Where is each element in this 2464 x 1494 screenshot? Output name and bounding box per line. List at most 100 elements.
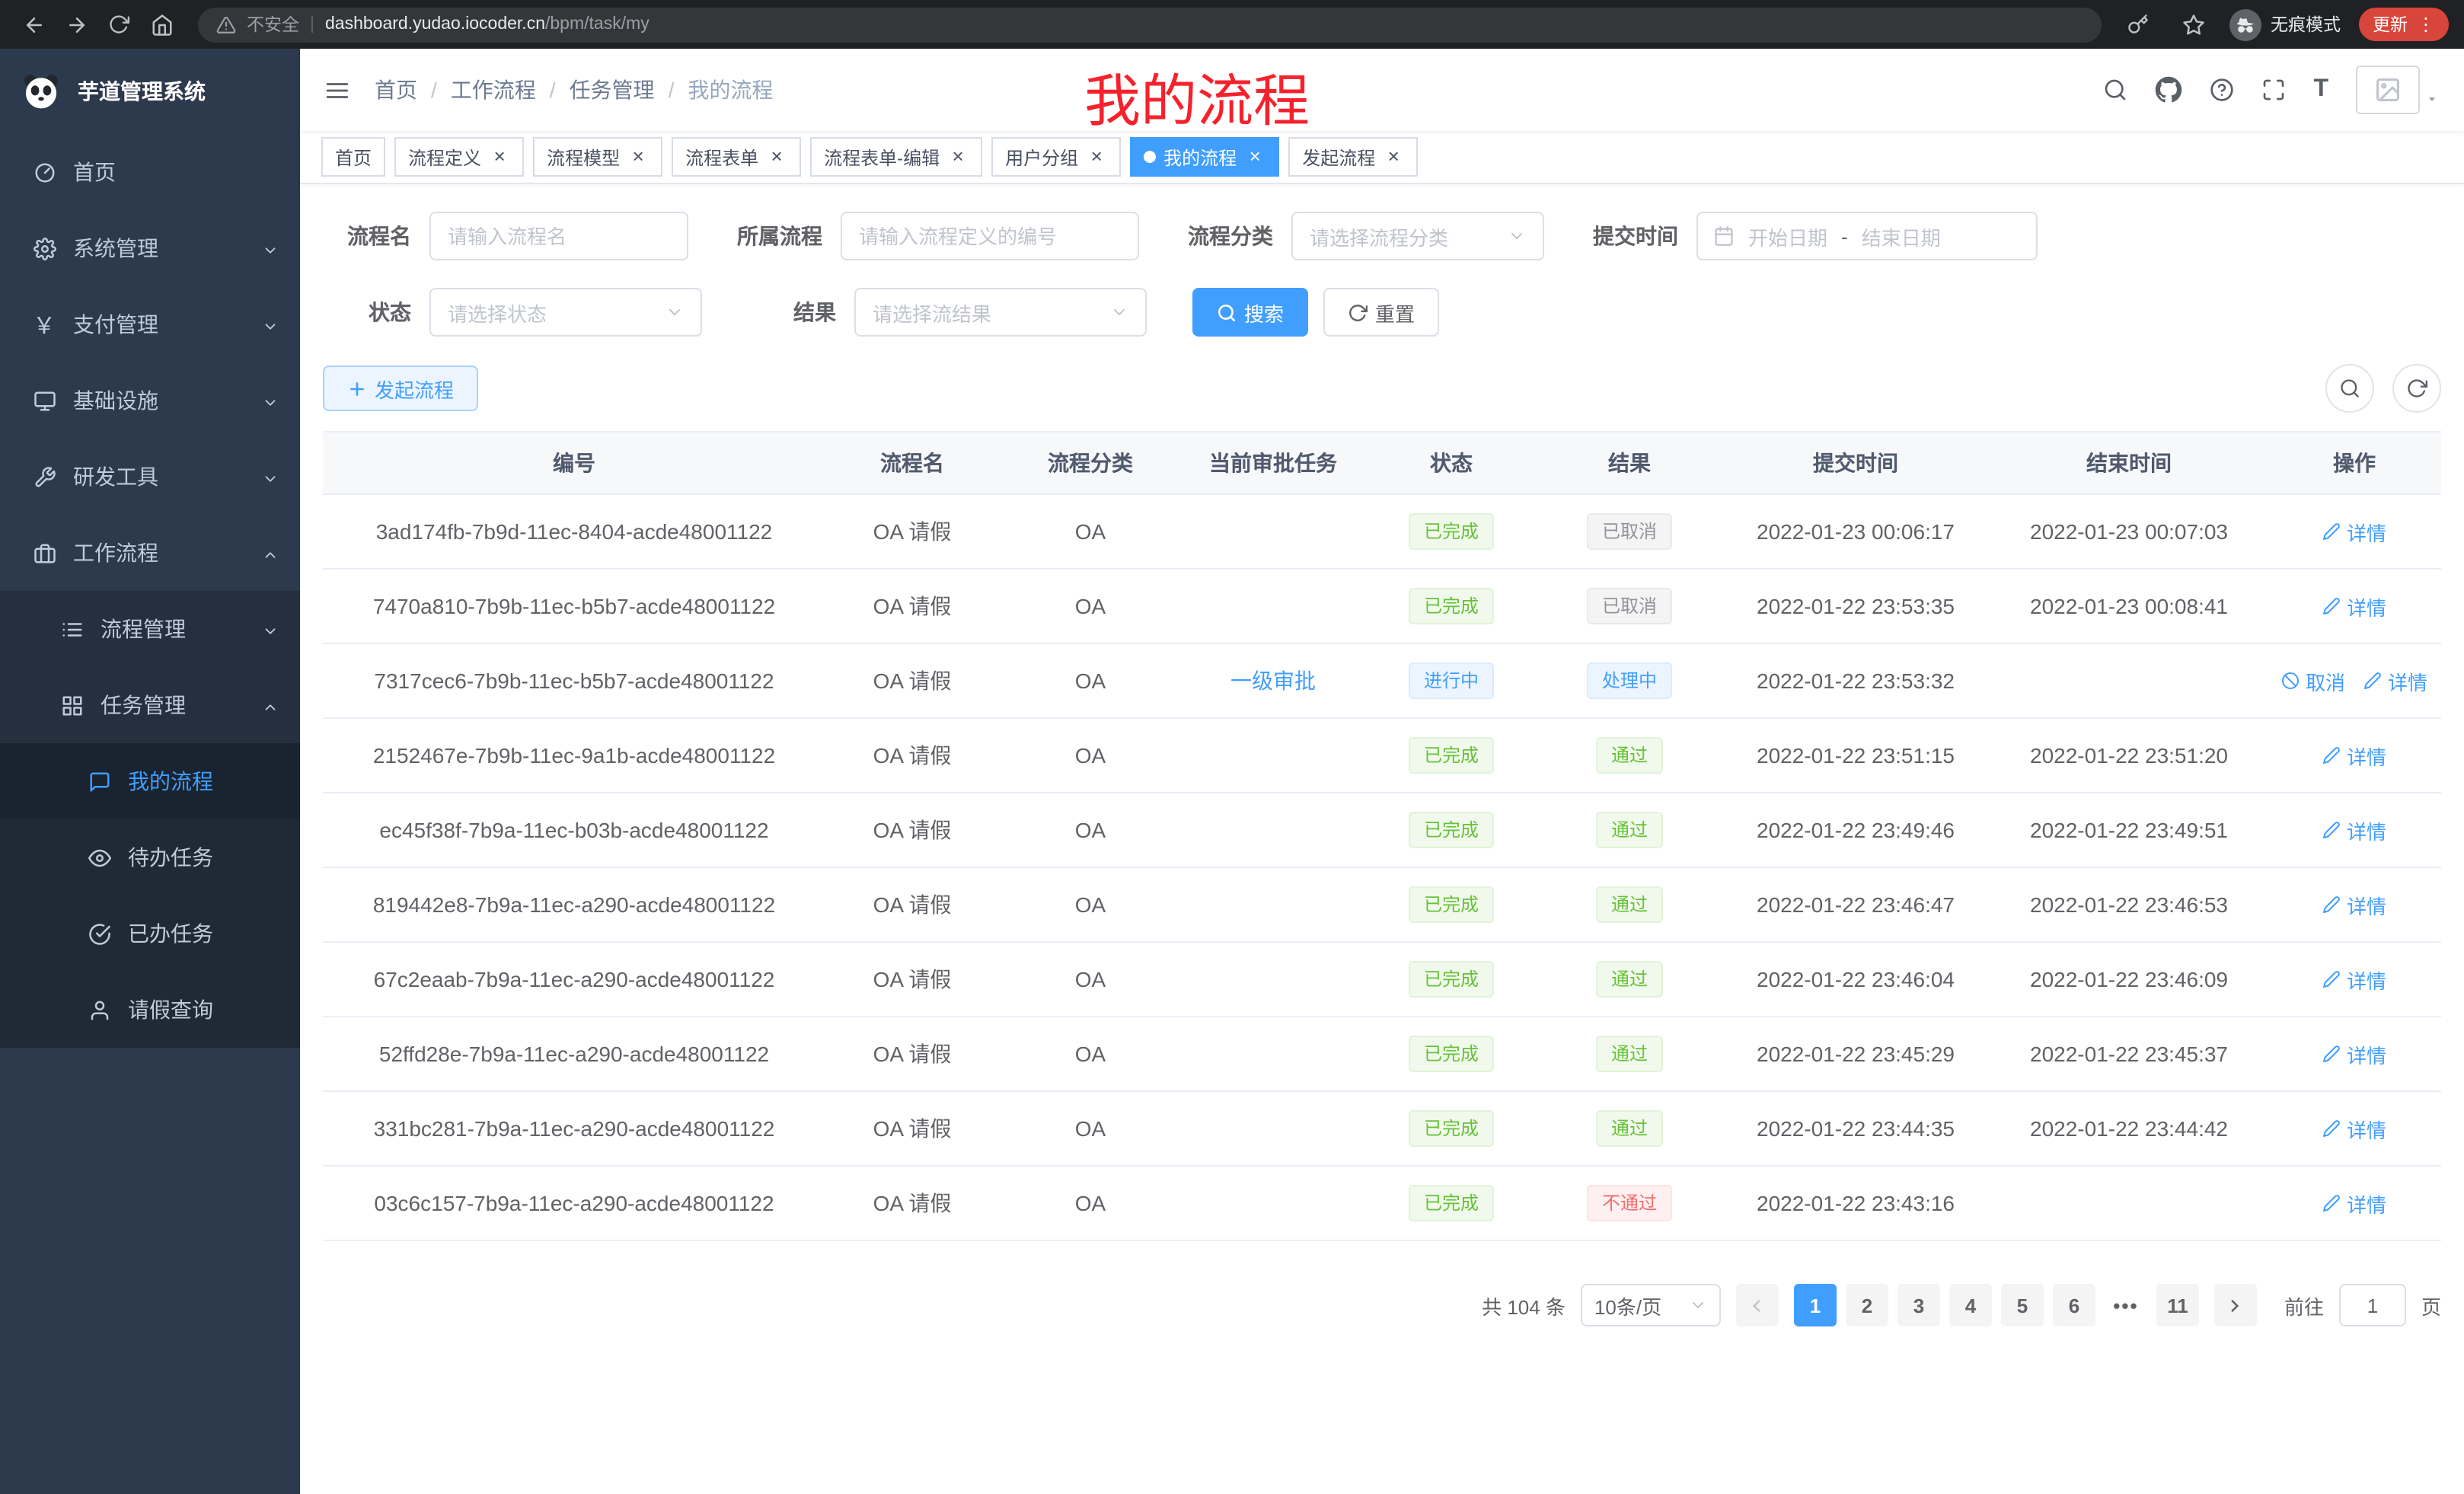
close-icon[interactable]: ×	[947, 146, 969, 168]
page-button[interactable]: 4	[1949, 1284, 1992, 1326]
prev-page-button[interactable]	[1736, 1284, 1779, 1326]
sidebar-item-workflow[interactable]: 工作流程	[0, 515, 300, 591]
detail-link[interactable]: 详情	[2322, 1039, 2386, 1068]
page-button[interactable]: 6	[2053, 1284, 2095, 1326]
tab-item[interactable]: 我的流程 ×	[1130, 137, 1279, 177]
sidebar-item-process-management[interactable]: 流程管理	[0, 591, 300, 667]
fullscreen-icon[interactable]	[2261, 78, 2286, 102]
detail-link[interactable]: 详情	[2322, 741, 2386, 770]
detail-link[interactable]: 详情	[2322, 517, 2386, 546]
sidebar-item-system-management[interactable]: 系统管理	[0, 210, 300, 286]
result-tag: 通过	[1596, 961, 1663, 998]
cancel-link[interactable]: 取消	[2281, 666, 2345, 695]
close-icon[interactable]: ×	[627, 146, 649, 168]
grid-icon	[58, 694, 85, 717]
tab-item[interactable]: 流程定义×	[394, 137, 524, 177]
breadcrumb-item[interactable]: 任务管理	[570, 75, 655, 105]
reset-button[interactable]: 重置	[1323, 288, 1439, 337]
key-icon[interactable]	[2120, 6, 2156, 43]
page-button[interactable]: 2	[1846, 1284, 1888, 1326]
column-header: 状态	[1364, 432, 1538, 494]
status-select[interactable]: 请选择状态	[429, 288, 702, 337]
owner-process-input[interactable]	[841, 212, 1139, 260]
sidebar-item-my-process[interactable]: 我的流程	[0, 743, 300, 819]
result-select[interactable]: 请选择流结果	[854, 288, 1147, 337]
page-button[interactable]: 1	[1794, 1284, 1837, 1326]
back-icon[interactable]	[15, 6, 52, 43]
font-size-icon[interactable]: T	[2313, 76, 2328, 104]
detail-link[interactable]: 详情	[2322, 592, 2386, 621]
search-icon[interactable]	[2103, 78, 2127, 102]
sidebar-item-todo-task[interactable]: 待办任务	[0, 819, 300, 895]
home-icon[interactable]	[143, 6, 180, 43]
breadcrumb-item[interactable]: 首页	[375, 75, 417, 105]
github-icon[interactable]	[2155, 76, 2182, 104]
detail-link[interactable]: 详情	[2322, 1189, 2386, 1218]
current-task-link[interactable]: 一级审批	[1230, 666, 1316, 696]
tab-item[interactable]: 流程表单×	[672, 137, 801, 177]
sidebar-item-done-task[interactable]: 已办任务	[0, 895, 300, 972]
close-icon[interactable]: ×	[766, 146, 787, 168]
sidebar-item-home[interactable]: 首页	[0, 134, 300, 210]
submit-time-range[interactable]: 开始日期 - 结束日期	[1696, 212, 2038, 260]
close-icon[interactable]: ×	[1383, 146, 1404, 168]
tab-item[interactable]: 流程模型×	[533, 137, 662, 177]
next-page-button[interactable]	[2214, 1284, 2257, 1326]
status-tag: 已完成	[1409, 812, 1494, 848]
tab-label: 流程表单-编辑	[824, 144, 940, 170]
sidebar-item-payment-management[interactable]: ￥支付管理	[0, 286, 300, 362]
process-name: OA 请假	[873, 1191, 952, 1215]
bookmark-star-icon[interactable]	[2175, 6, 2211, 43]
address-bar[interactable]: 不安全 | dashboard.yudao.iocoder.cn/bpm/tas…	[198, 7, 2102, 42]
menu-toggle-icon[interactable]	[324, 77, 350, 103]
column-header: 操作	[2268, 432, 2441, 494]
close-icon[interactable]: ×	[1086, 146, 1107, 168]
reload-icon[interactable]	[101, 6, 137, 43]
end-time: 2022-01-22 23:45:37	[2030, 1042, 2228, 1066]
refresh-icon[interactable]	[2392, 364, 2441, 413]
detail-link[interactable]: 详情	[2363, 666, 2427, 695]
tab-label: 首页	[335, 144, 372, 170]
process-id: 03c6c157-7b9a-11ec-a290-acde48001122	[374, 1191, 774, 1215]
detail-link[interactable]: 详情	[2322, 890, 2386, 919]
browser-menu-icon[interactable]: ⋮	[2417, 15, 2435, 34]
close-icon[interactable]: ×	[489, 146, 510, 168]
detail-link[interactable]: 详情	[2322, 1114, 2386, 1143]
avatar[interactable]	[2356, 65, 2440, 114]
chevron-down-icon	[262, 468, 279, 492]
page-button[interactable]: 3	[1897, 1284, 1940, 1326]
help-icon[interactable]	[2210, 78, 2234, 102]
hide-search-icon[interactable]	[2325, 364, 2374, 413]
process-category: OA	[1075, 669, 1106, 693]
pagination: 共 104 条 10条/页 123456•••11 前往 页	[323, 1284, 2441, 1326]
detail-link[interactable]: 详情	[2322, 816, 2386, 844]
sidebar-item-dev-tools[interactable]: 研发工具	[0, 439, 300, 515]
forward-icon[interactable]	[58, 6, 94, 43]
tab-item[interactable]: 用户分组×	[991, 137, 1121, 177]
briefcase-icon	[30, 541, 58, 564]
create-process-button[interactable]: 发起流程	[323, 366, 478, 411]
tab-label: 我的流程	[1163, 144, 1237, 170]
page-size-select[interactable]: 10条/页	[1581, 1284, 1721, 1326]
search-button[interactable]: 搜索	[1192, 288, 1308, 337]
sidebar-item-label: 待办任务	[128, 842, 213, 873]
sidebar-item-leave-query[interactable]: 请假查询	[0, 972, 300, 1048]
process-id: 52ffd28e-7b9a-11ec-a290-acde48001122	[379, 1042, 769, 1066]
process-name-input[interactable]	[429, 212, 688, 260]
browser-chrome: 不安全 | dashboard.yudao.iocoder.cn/bpm/tas…	[0, 0, 2464, 49]
detail-link[interactable]: 详情	[2322, 965, 2386, 994]
tab-item[interactable]: 流程表单-编辑 ×	[810, 137, 982, 177]
goto-page-input[interactable]	[2339, 1284, 2406, 1326]
page-button[interactable]: 11	[2156, 1284, 2199, 1326]
page-button[interactable]: 5	[2001, 1284, 2044, 1326]
update-button[interactable]: 更新 ⋮	[2359, 8, 2449, 41]
sidebar-item-infrastructure[interactable]: 基础设施	[0, 362, 300, 439]
close-icon[interactable]: ×	[1244, 146, 1266, 168]
tab-item[interactable]: 发起流程×	[1288, 137, 1418, 177]
tab-item[interactable]: 首页	[321, 137, 385, 177]
breadcrumb-item[interactable]: 工作流程	[451, 75, 536, 105]
avatar-image	[2356, 65, 2420, 114]
category-select[interactable]: 请选择流程分类	[1291, 212, 1544, 260]
page-ellipsis[interactable]: •••	[2105, 1284, 2147, 1326]
sidebar-item-task-management[interactable]: 任务管理	[0, 667, 300, 743]
